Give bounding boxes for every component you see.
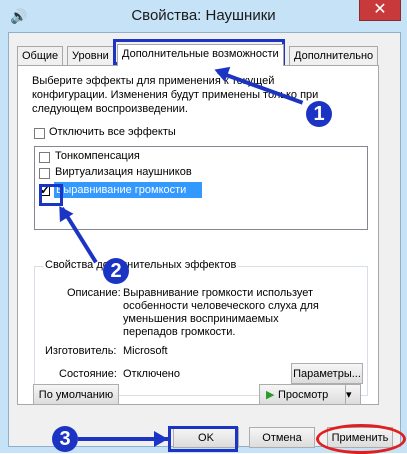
tab-levels[interactable]: Уровни	[67, 46, 114, 65]
state-label: Состояние:	[59, 368, 117, 380]
close-button[interactable]: ✕	[359, 0, 401, 21]
preview-label: Просмотр	[278, 389, 329, 401]
title-bar: 🔊 Свойства: Наушники ✕	[0, 0, 407, 32]
disable-all-checkbox[interactable]	[34, 128, 45, 139]
group-title: Свойства дополнительных эффектов	[43, 259, 239, 271]
effects-list: Тонкомпенсация Виртуализация наушников ✓…	[34, 146, 368, 230]
step-marker-1: 1	[306, 101, 332, 127]
effect-checkbox-loudness[interactable]	[39, 152, 50, 163]
step-marker-3: 3	[52, 426, 78, 452]
effect-label-volume-leveling[interactable]: Выравнивание громкости	[54, 182, 202, 198]
preview-dropdown-icon[interactable]: ▾	[345, 385, 360, 404]
effect-properties-group: Свойства дополнительных эффектов Описани…	[34, 259, 368, 396]
checkbox-highlight-box	[39, 184, 63, 206]
tab-enhancements[interactable]: Дополнительные возможности	[117, 44, 284, 66]
description-label: Описание:	[67, 287, 121, 299]
cancel-button[interactable]: Отмена	[249, 427, 315, 448]
step-marker-2: 2	[103, 258, 129, 284]
dialog-body: Общие Уровни Дополнительные возможности …	[8, 32, 401, 448]
default-button[interactable]: По умолчанию	[33, 384, 119, 405]
preview-button[interactable]: ▶ Просмотр ▾	[259, 384, 361, 405]
window-title: Свойства: Наушники	[131, 7, 276, 24]
properties-window: 🔊 Свойства: Наушники ✕ Общие Уровни Допо…	[0, 0, 407, 454]
manufacturer-label: Изготовитель:	[45, 345, 117, 357]
tab-general[interactable]: Общие	[17, 46, 64, 65]
effect-label-virtualization: Виртуализация наушников	[55, 166, 192, 178]
play-icon: ▶	[266, 389, 275, 401]
effects-description: Выберите эффекты для применения к текуще…	[32, 75, 319, 115]
parameters-button[interactable]: Параметры...	[291, 363, 363, 384]
description-text: Выравнивание громкости использует особен…	[123, 287, 319, 338]
tab-advanced[interactable]: Дополнительно	[289, 46, 379, 65]
disable-all-label: Отключить все эффекты	[49, 126, 176, 138]
apply-highlight-ring	[316, 424, 406, 454]
effect-checkbox-virtualization[interactable]	[39, 168, 50, 179]
effect-label-loudness: Тонкомпенсация	[55, 150, 140, 162]
manufacturer-value: Microsoft	[123, 345, 168, 357]
ok-highlight-box	[168, 426, 238, 452]
state-value: Отключено	[123, 368, 180, 380]
arrowhead-3	[154, 431, 168, 447]
